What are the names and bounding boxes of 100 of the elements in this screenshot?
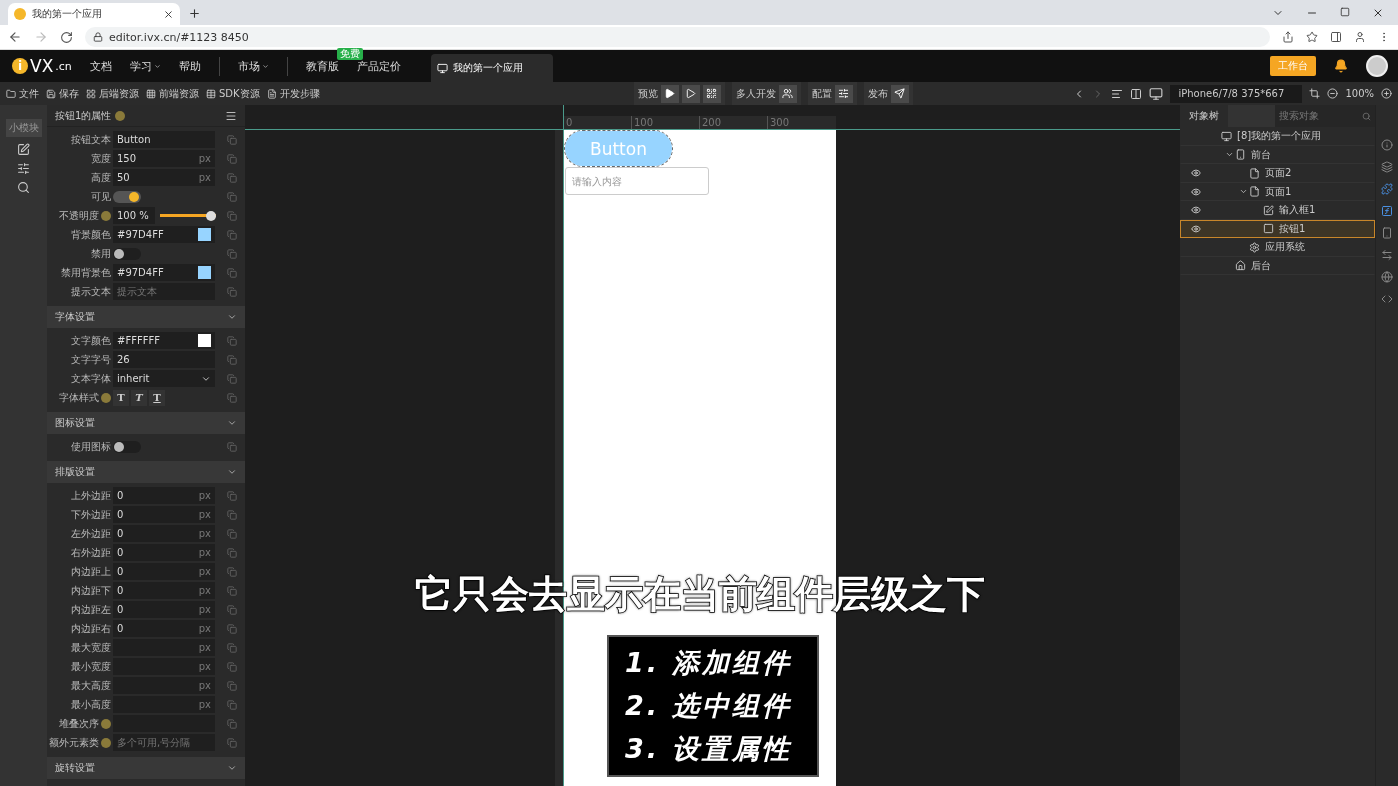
copy-icon[interactable] [227,604,237,615]
color-field[interactable]: #FFFFFF [113,332,215,349]
tree-item[interactable]: 后台 [1180,256,1375,275]
font-style-button[interactable]: T [149,389,165,406]
panel-icon[interactable] [1330,31,1342,43]
text-field[interactable]: Button [113,131,215,148]
nav-link[interactable]: 帮助 [178,56,201,76]
text-field[interactable]: 0 px [113,506,215,523]
star-icon[interactable] [1306,31,1318,43]
search-icon[interactable] [17,181,30,194]
play-button[interactable] [681,84,700,103]
help-icon[interactable] [101,737,111,748]
bell-icon[interactable] [1334,59,1348,73]
copy-icon[interactable] [227,680,237,691]
copy-icon[interactable] [227,172,237,183]
send-button[interactable] [890,84,909,103]
copy-icon[interactable] [227,191,237,202]
copy-icon[interactable] [227,354,237,365]
copy-icon[interactable] [227,392,237,403]
menu-icon[interactable] [225,109,237,122]
copy-icon[interactable] [227,267,237,278]
copy-icon[interactable] [227,335,237,346]
swap-icon[interactable] [1381,249,1393,261]
text-field[interactable]: px [113,639,215,656]
toggle-switch[interactable] [113,190,141,203]
qr-code-button[interactable] [702,84,721,103]
text-field[interactable]: 50 px [113,169,215,186]
copy-icon[interactable] [227,566,237,577]
copy-icon[interactable] [227,737,237,748]
tree-item[interactable]: [8]我的第一个应用 [1180,127,1375,146]
toolbar-item[interactable]: 保存 [46,86,79,101]
address-field[interactable]: editor.ivx.cn/#1123 8450 [85,27,1270,47]
distribute-icon[interactable] [1130,87,1143,100]
text-field[interactable]: 26 [113,351,215,368]
copy-icon[interactable] [227,547,237,558]
info-icon[interactable] [1381,139,1393,151]
nav-link[interactable]: 文档 [89,56,112,76]
back-icon[interactable] [8,30,22,44]
close-icon[interactable] [163,8,174,20]
text-field[interactable]: px [113,677,215,694]
color-swatch[interactable] [198,266,211,279]
align-icon[interactable] [1111,87,1124,100]
play-button[interactable] [660,84,679,103]
restore-icon[interactable] [1340,6,1350,17]
copy-icon[interactable] [227,642,237,653]
sliders-button[interactable] [834,84,853,103]
toolbar-item[interactable]: 开发步骤 [266,86,320,101]
text-field[interactable]: 0 px [113,487,215,504]
text-field[interactable]: 0 px [113,601,215,618]
font-style-button[interactable]: T [131,389,147,406]
text-field[interactable]: 0 px [113,620,215,637]
section-header[interactable]: 排版设置 [47,461,245,483]
avatar[interactable] [1366,55,1388,77]
font-select[interactable]: inherit [113,370,215,387]
help-icon[interactable] [115,110,126,121]
user-button[interactable] [778,84,797,103]
tree-item[interactable]: 前台 [1180,145,1375,164]
tree-item[interactable]: 应用系统 [1180,238,1375,257]
color-swatch[interactable] [198,228,211,241]
search-field[interactable]: 搜索对象 [1275,105,1375,127]
eye-icon[interactable] [1191,205,1201,216]
help-icon[interactable] [101,210,111,221]
section-header[interactable]: 图标设置 [47,412,245,434]
logo[interactable]: i VX.cn [12,56,72,76]
tree-tab[interactable]: 对象树 [1180,105,1228,127]
eye-icon[interactable] [1191,168,1201,179]
copy-icon[interactable] [227,661,237,672]
color-field[interactable]: #97D4FF [113,264,215,281]
copy-icon[interactable] [227,509,237,520]
text-field[interactable]: 0 px [113,525,215,542]
eye-icon[interactable] [1191,223,1201,234]
toggle-switch[interactable] [113,247,141,260]
section-header[interactable]: 字体设置 [47,306,245,328]
copy-icon[interactable] [227,373,237,384]
globe-icon[interactable] [1381,271,1393,283]
crop-icon[interactable] [1309,88,1321,99]
font-style-button[interactable]: T [113,389,129,406]
color-field[interactable]: #97D4FF [113,226,215,243]
copy-icon[interactable] [227,248,237,259]
text-field[interactable]: px [113,696,215,713]
tree-item[interactable]: 页面2 [1180,164,1375,183]
text-field[interactable]: 0 px [113,563,215,580]
layers-icon[interactable] [1381,161,1393,173]
copy-icon[interactable] [227,718,237,729]
tree-item[interactable]: 页面1 [1180,182,1375,201]
copy-icon[interactable] [227,153,237,164]
function-icon[interactable] [1381,205,1393,217]
copy-icon[interactable] [227,585,237,596]
text-field[interactable]: 0 px [113,544,215,561]
text-field[interactable]: 150 px [113,150,215,167]
toggle-switch[interactable] [113,440,141,453]
small-module-button[interactable]: 小模块 [5,119,42,137]
text-field[interactable]: px [113,658,215,675]
input-field[interactable]: 请输入内容 [565,167,709,195]
monitor-icon[interactable] [1149,86,1164,101]
zoom-in-icon[interactable] [1381,88,1392,99]
code-icon[interactable] [1381,293,1393,305]
toolbar-item[interactable]: 前端资源 [146,86,199,101]
eye-icon[interactable] [1191,186,1201,197]
opacity-field[interactable]: 100 % [113,207,155,224]
